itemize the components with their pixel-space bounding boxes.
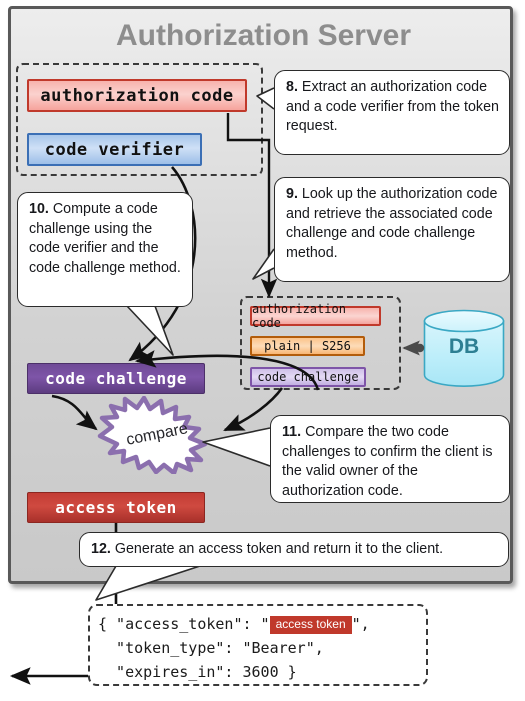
callout-step-11-text: Compare the two code challenges to confi… [282, 424, 493, 499]
json-line-1: { "access_token": " access token ", [98, 612, 426, 636]
compare-burst-icon [97, 396, 208, 474]
code-verifier-chip: code verifier [27, 133, 202, 166]
access-token-response-json: { "access_token": " access token ", "token… [88, 604, 428, 686]
access-token-badge: access token [269, 616, 352, 634]
callout-step-9-number: 9. [286, 186, 302, 202]
json-line-2: "token_type": "Bearer", [98, 639, 324, 657]
callout-step-12: 12. Generate an access token and return … [79, 532, 509, 567]
json-line-1-suffix: ", [351, 615, 370, 633]
callout-step-10: 10. Compute a code challenge using the c… [17, 192, 193, 307]
callout-step-12-text: Generate an access token and return it t… [114, 541, 444, 557]
callout-step-9-text: Look up the authorization code and retri… [286, 186, 498, 261]
authorization-code-chip: authorization code [27, 79, 247, 112]
computed-code-challenge-chip: code challenge [27, 363, 205, 394]
page-title: Authorization Server [115, 19, 412, 52]
database-icon [423, 309, 505, 387]
callout-step-8-text: Extract an authorization code and a code… [286, 79, 499, 134]
callout-step-10-number: 10. [29, 201, 53, 217]
callout-step-11: 11. Compare the two code challenges to c… [270, 415, 510, 503]
json-line-3: "expires_in": 3600 } [98, 663, 297, 681]
json-line-1-prefix: { "access_token": " [98, 615, 270, 633]
callout-step-9: 9. Look up the authorization code and re… [274, 177, 510, 282]
callout-step-8-number: 8. [286, 79, 302, 95]
diagram-canvas: Authorization Server authorization code … [0, 0, 525, 701]
stored-code-challenge-method-chip: plain | S256 [250, 336, 365, 356]
stored-code-challenge-chip: code challenge [250, 367, 366, 387]
stored-authorization-code-chip: authorization code [250, 302, 381, 330]
access-token-chip: access token [27, 492, 205, 523]
callout-step-11-number: 11. [282, 424, 306, 440]
callout-step-12-number: 12. [91, 541, 115, 557]
callout-step-8: 8. Extract an authorization code and a c… [274, 70, 510, 155]
